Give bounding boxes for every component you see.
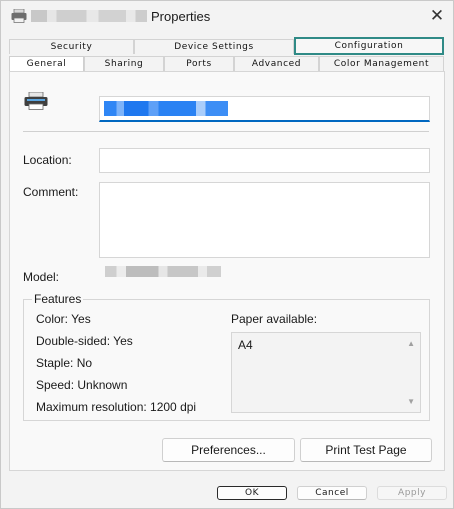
feature-max-resolution: Maximum resolution: 1200 dpi bbox=[36, 400, 197, 414]
tab-device-settings[interactable]: Device Settings bbox=[134, 39, 294, 54]
tab-ports[interactable]: Ports bbox=[164, 56, 234, 71]
print-test-page-button[interactable]: Print Test Page bbox=[300, 438, 432, 462]
title-bar: Properties ✕ bbox=[1, 1, 453, 31]
divider bbox=[23, 131, 429, 132]
tab-security[interactable]: Security bbox=[9, 39, 134, 54]
comment-textarea[interactable] bbox=[99, 182, 430, 258]
feature-staple: Staple: No bbox=[36, 356, 93, 370]
paper-available-list[interactable]: A4 ▲ ▼ bbox=[231, 332, 421, 413]
tab-row-bottom: General Sharing Ports Advanced Color Man… bbox=[9, 56, 445, 73]
model-value-redacted bbox=[105, 266, 221, 277]
properties-dialog: Properties ✕ Security Device Settings Co… bbox=[0, 0, 454, 509]
printer-name-redacted bbox=[104, 101, 228, 116]
tab-advanced[interactable]: Advanced bbox=[234, 56, 319, 71]
list-item: A4 bbox=[238, 338, 253, 352]
ok-button[interactable]: OK bbox=[217, 486, 287, 500]
window-title: Properties bbox=[151, 9, 211, 24]
printer-name-field[interactable] bbox=[99, 96, 430, 122]
features-legend: Features bbox=[32, 292, 84, 306]
model-label: Model: bbox=[23, 270, 60, 284]
tab-color-management[interactable]: Color Management bbox=[319, 56, 444, 71]
scroll-up-arrow-icon[interactable]: ▲ bbox=[407, 339, 415, 348]
location-input[interactable] bbox=[99, 148, 430, 173]
paper-available-label: Paper available: bbox=[231, 312, 318, 326]
tab-row-top: Security Device Settings Configuration bbox=[9, 37, 445, 55]
printer-icon bbox=[11, 9, 27, 23]
preferences-button[interactable]: Preferences... bbox=[162, 438, 295, 462]
close-icon[interactable]: ✕ bbox=[425, 5, 449, 27]
cancel-button[interactable]: Cancel bbox=[297, 486, 367, 500]
feature-speed: Speed: Unknown bbox=[36, 378, 128, 392]
printer-icon bbox=[24, 92, 48, 110]
apply-button[interactable]: Apply bbox=[377, 486, 447, 500]
tab-sharing[interactable]: Sharing bbox=[84, 56, 164, 71]
tab-configuration[interactable]: Configuration bbox=[294, 37, 444, 55]
feature-double-sided: Double-sided: Yes bbox=[36, 334, 133, 348]
scroll-down-arrow-icon[interactable]: ▼ bbox=[407, 397, 415, 406]
feature-color: Color: Yes bbox=[36, 312, 91, 326]
printer-name-redacted bbox=[31, 10, 147, 22]
location-label: Location: bbox=[23, 153, 72, 167]
comment-label: Comment: bbox=[23, 185, 79, 199]
